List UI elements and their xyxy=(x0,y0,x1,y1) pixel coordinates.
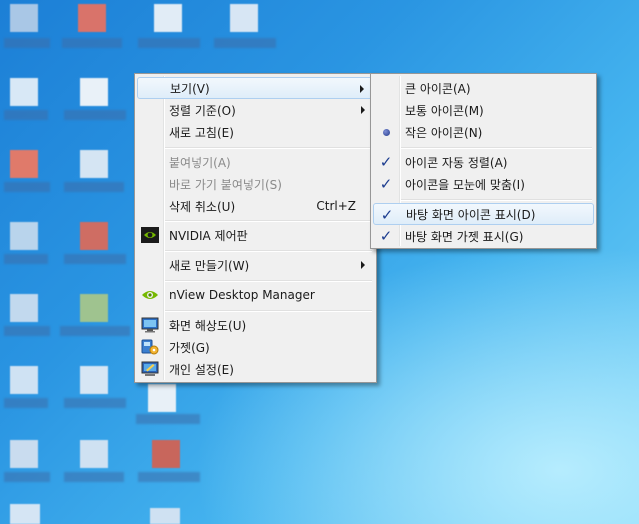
desktop-icon-label xyxy=(64,254,126,264)
check-icon: ✓ xyxy=(379,226,393,245)
desktop-icon-label xyxy=(64,110,126,120)
menu-item-label: 정렬 기준(O) xyxy=(169,103,236,118)
desktop-icon-label xyxy=(4,254,48,264)
menu-item-label: 가젯(G) xyxy=(169,340,210,355)
desktop-icon[interactable] xyxy=(10,222,38,250)
desktop-icon[interactable] xyxy=(10,150,38,178)
submenu-item-medium-icons[interactable]: 보통 아이콘(M) xyxy=(373,99,594,121)
menu-item-label: 새로 만들기(W) xyxy=(169,258,250,273)
desktop-icon[interactable] xyxy=(80,366,108,394)
menu-item-label: nView Desktop Manager xyxy=(169,288,315,302)
desktop-icon[interactable] xyxy=(152,440,180,468)
submenu-item-auto-arrange[interactable]: ✓ 아이콘 자동 정렬(A) xyxy=(373,151,594,173)
desktop-icon-label xyxy=(64,398,126,408)
menu-item-label: 아이콘 자동 정렬(A) xyxy=(405,155,508,170)
menu-item-shortcut: Ctrl+Z xyxy=(316,199,356,213)
desktop-icon-label xyxy=(4,38,50,48)
desktop-icon-label xyxy=(4,326,50,336)
menu-item-label: 바탕 화면 아이콘 표시(D) xyxy=(406,207,536,222)
chevron-right-icon xyxy=(361,261,365,269)
desktop-icon[interactable] xyxy=(80,294,108,322)
menu-item-screen-resolution[interactable]: 화면 해상도(U) xyxy=(137,314,374,336)
desktop-icon[interactable] xyxy=(230,4,258,32)
menu-separator xyxy=(165,250,372,252)
menu-item-label: 삭제 취소(U) xyxy=(169,199,236,214)
menu-item-label: 붙여넣기(A) xyxy=(169,155,231,170)
desktop-icon-label xyxy=(4,182,50,192)
menu-separator xyxy=(401,147,592,149)
desktop-icon-label xyxy=(4,110,48,120)
menu-item-label: 개인 설정(E) xyxy=(169,362,234,377)
desktop-icon[interactable] xyxy=(80,440,108,468)
menu-item-refresh[interactable]: 새로 고침(E) xyxy=(137,121,374,143)
desktop-icon[interactable] xyxy=(10,78,38,106)
desktop-icon[interactable] xyxy=(10,440,38,468)
desktop-icon[interactable] xyxy=(80,222,108,250)
desktop-icon[interactable] xyxy=(80,150,108,178)
display-resolution-icon xyxy=(141,316,159,334)
view-submenu: 큰 아이콘(A) 보통 아이콘(M) 작은 아이콘(N) ✓ 아이콘 자동 정렬… xyxy=(370,73,597,249)
desktop-icon-label xyxy=(214,38,276,48)
submenu-item-align-to-grid[interactable]: ✓ 아이콘을 모눈에 맞춤(I) xyxy=(373,173,594,195)
desktop-icon-label xyxy=(62,38,122,48)
desktop-icon[interactable] xyxy=(10,504,40,524)
chevron-right-icon xyxy=(360,85,364,93)
radio-bullet-icon xyxy=(377,123,395,141)
nview-icon xyxy=(141,286,159,304)
menu-item-label: 화면 해상도(U) xyxy=(169,318,247,333)
submenu-item-show-desktop-icons[interactable]: ✓ 바탕 화면 아이콘 표시(D) xyxy=(373,203,594,225)
menu-separator xyxy=(165,280,372,282)
menu-item-sort-by[interactable]: 정렬 기준(O) xyxy=(137,99,374,121)
menu-item-label: 큰 아이콘(A) xyxy=(405,81,471,96)
desktop-icon[interactable] xyxy=(80,78,108,106)
gadgets-icon xyxy=(141,338,159,356)
menu-item-paste-shortcut[interactable]: 바로 가기 붙여넣기(S) xyxy=(137,173,374,195)
menu-item-undo-delete[interactable]: 삭제 취소(U) Ctrl+Z xyxy=(137,195,374,217)
desktop-context-menu: 보기(V) 정렬 기준(O) 새로 고침(E) 붙여넣기(A) 바로 가기 붙여… xyxy=(134,73,377,383)
menu-item-label: 바로 가기 붙여넣기(S) xyxy=(169,177,282,192)
menu-item-label: 아이콘을 모눈에 맞춤(I) xyxy=(405,177,525,192)
menu-item-new[interactable]: 새로 만들기(W) xyxy=(137,254,374,276)
chevron-right-icon xyxy=(361,106,365,114)
menu-item-paste[interactable]: 붙여넣기(A) xyxy=(137,151,374,173)
submenu-item-large-icons[interactable]: 큰 아이콘(A) xyxy=(373,77,594,99)
menu-item-gadgets[interactable]: 가젯(G) xyxy=(137,336,374,358)
desktop-icon[interactable] xyxy=(10,4,38,32)
nvidia-icon xyxy=(141,226,159,244)
menu-item-label: NVIDIA 제어판 xyxy=(169,228,248,243)
desktop-icon-label xyxy=(60,326,130,336)
desktop-icon[interactable] xyxy=(10,366,38,394)
menu-item-label: 작은 아이콘(N) xyxy=(405,125,483,140)
menu-separator xyxy=(165,220,372,222)
desktop-icon-label xyxy=(138,472,200,482)
desktop-icon[interactable] xyxy=(150,508,180,524)
desktop-icon-label xyxy=(64,472,124,482)
personalize-icon xyxy=(141,360,159,378)
desktop-icon[interactable] xyxy=(10,294,38,322)
check-icon: ✓ xyxy=(379,152,393,171)
menu-item-view[interactable]: 보기(V) xyxy=(137,77,374,99)
menu-item-nview-desktop-manager[interactable]: nView Desktop Manager xyxy=(137,284,374,306)
check-icon: ✓ xyxy=(379,174,393,193)
check-icon: ✓ xyxy=(380,205,394,224)
menu-separator xyxy=(165,310,372,312)
menu-separator xyxy=(401,199,592,201)
submenu-item-show-desktop-gadgets[interactable]: ✓ 바탕 화면 가젯 표시(G) xyxy=(373,225,594,247)
menu-separator xyxy=(165,147,372,149)
desktop-icon-label xyxy=(136,414,200,424)
menu-item-label: 새로 고침(E) xyxy=(169,125,234,140)
desktop-icon-label xyxy=(64,182,124,192)
menu-item-label: 바탕 화면 가젯 표시(G) xyxy=(405,229,524,244)
submenu-item-small-icons[interactable]: 작은 아이콘(N) xyxy=(373,121,594,143)
desktop-icon-label xyxy=(4,472,50,482)
desktop-icon[interactable] xyxy=(78,4,106,32)
menu-item-personalize[interactable]: 개인 설정(E) xyxy=(137,358,374,380)
desktop-icon[interactable] xyxy=(148,384,176,412)
desktop-icon-label xyxy=(138,38,200,48)
menu-item-nvidia-control-panel[interactable]: NVIDIA 제어판 xyxy=(137,224,374,246)
menu-item-label: 보기(V) xyxy=(170,81,210,96)
desktop-icon-label xyxy=(4,398,48,408)
desktop-icon[interactable] xyxy=(154,4,182,32)
menu-item-label: 보통 아이콘(M) xyxy=(405,103,484,118)
